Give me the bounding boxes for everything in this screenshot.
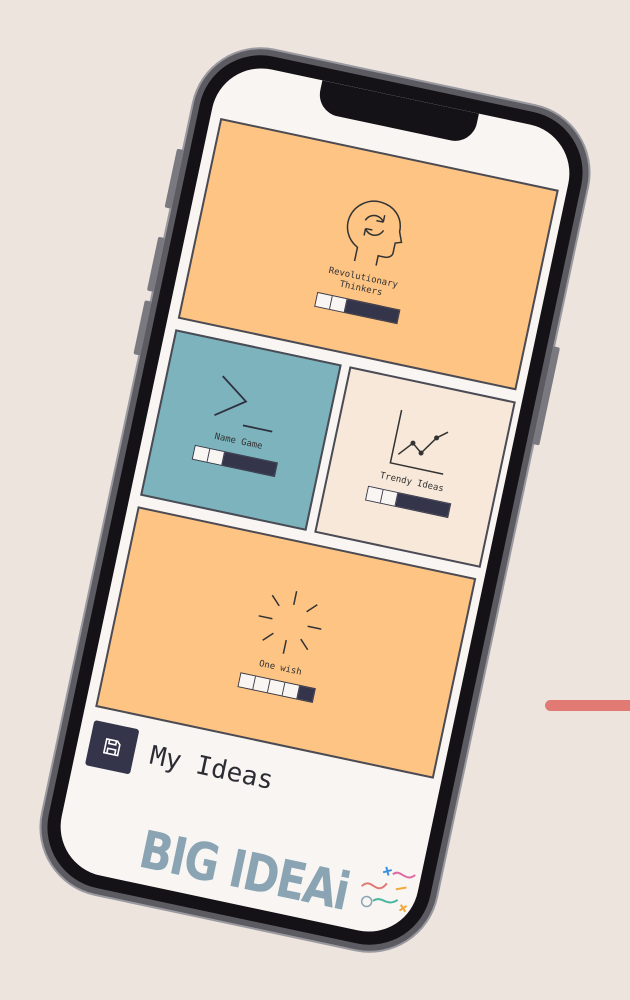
save-icon (102, 737, 121, 757)
progress-fill (395, 493, 450, 517)
big-ideai-logo: BIG IDEAi (134, 810, 420, 936)
head-refresh-icon (346, 200, 403, 266)
card-trendy-ideas[interactable]: Trendy Ideas (314, 366, 516, 568)
card-name-game[interactable]: Name Game (140, 329, 342, 531)
line-chart-icon (389, 409, 449, 475)
progress-fill (221, 452, 277, 476)
logo-text: BIG IDEAi (134, 820, 354, 923)
phone-screen: Revolutionary Thinkers Name Game Trendy … (51, 59, 579, 941)
phone-frame: Revolutionary Thinkers Name Game Trendy … (35, 43, 595, 957)
sparkle-burst-icon (258, 591, 322, 654)
progress-fill (344, 299, 399, 323)
save-button[interactable] (84, 719, 140, 775)
side-button (133, 300, 152, 356)
side-button (146, 236, 166, 292)
terminal-prompt-icon (214, 375, 273, 433)
phone-notch (315, 80, 479, 145)
side-button (164, 148, 184, 209)
confetti-icon (360, 866, 416, 913)
my-ideas-label: My Ideas (147, 740, 276, 797)
side-button (532, 346, 561, 446)
progress-segment (296, 685, 315, 702)
accent-line (545, 700, 630, 711)
